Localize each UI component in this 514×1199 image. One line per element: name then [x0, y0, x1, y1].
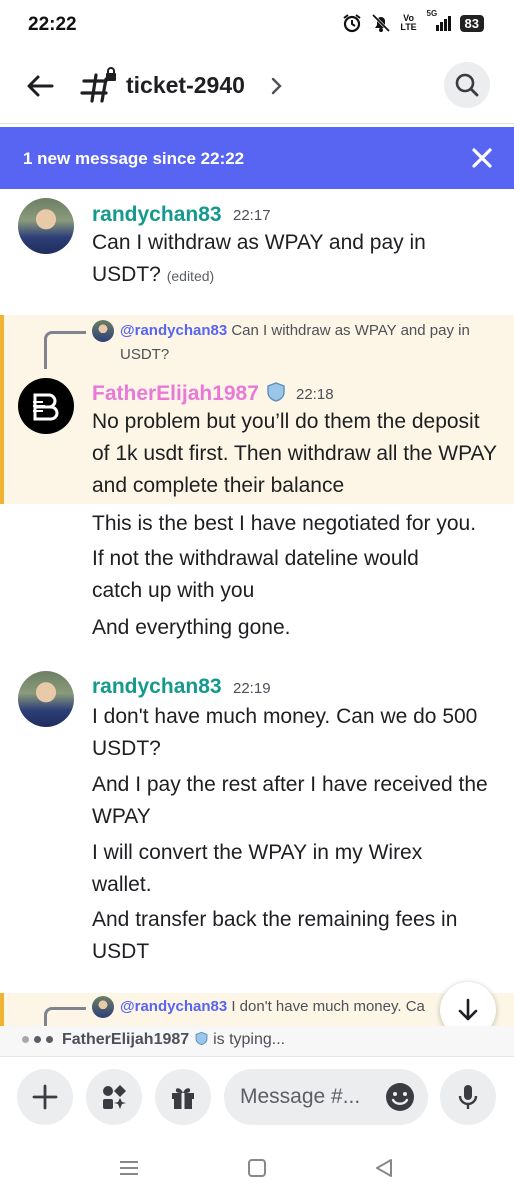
voice-message-button[interactable] — [440, 1069, 496, 1125]
message-body: I will convert the WPAY in my Wirex wall… — [92, 841, 423, 896]
triangle-back-icon — [376, 1159, 392, 1177]
message-timestamp: 22:19 — [233, 680, 271, 697]
avatar-fatherelijah1987[interactable] — [18, 378, 74, 434]
mute-bell-icon — [371, 13, 391, 33]
avatar-randychan83[interactable] — [18, 671, 74, 727]
reply-connector — [44, 1007, 86, 1026]
arrow-left-icon — [27, 75, 54, 97]
back-button[interactable] — [22, 68, 58, 104]
gift-button[interactable] — [155, 1069, 211, 1125]
typing-status: is typing... — [213, 1031, 286, 1048]
status-time: 22:22 — [28, 14, 77, 35]
avatar-randychan83[interactable] — [18, 198, 74, 254]
shield-badge-icon — [195, 1031, 208, 1046]
reply-avatar — [92, 320, 114, 342]
search-button[interactable] — [444, 62, 490, 108]
system-navigation-bar — [0, 1136, 514, 1199]
reply-preview[interactable]: @randychan83 I don't have much money. Ca — [120, 995, 450, 1019]
bitcoin-b-logo-icon — [33, 393, 59, 421]
new-messages-text: 1 new message since 22:22 — [23, 149, 245, 168]
close-icon — [472, 148, 492, 168]
back-nav-button[interactable] — [372, 1156, 396, 1180]
typing-dots-icon — [22, 1036, 53, 1043]
microphone-icon — [458, 1085, 478, 1109]
edited-label: (edited) — [166, 268, 215, 284]
reply-avatar — [92, 996, 114, 1018]
network-label: 5G — [426, 9, 438, 18]
search-icon — [455, 73, 479, 97]
message-input[interactable]: Message #... — [224, 1069, 428, 1125]
message-body: This is the best I have negotiated for y… — [92, 512, 477, 535]
square-home-icon — [248, 1159, 266, 1177]
message-body: No problem but you’ll do them the deposi… — [92, 410, 497, 497]
message-composer: Message #... — [0, 1056, 514, 1136]
chevron-right-icon[interactable] — [270, 76, 284, 96]
status-icons: Vo LTE 5G 83 — [342, 9, 484, 33]
message-timestamp: 22:17 — [233, 207, 271, 224]
shield-badge-icon — [267, 382, 285, 402]
reply-mention: @randychan83 — [120, 322, 228, 339]
channel-header: ticket-2940 — [0, 50, 514, 124]
message-body: And I pay the rest after I have received… — [92, 773, 488, 828]
battery-indicator: 83 — [459, 14, 484, 32]
reply-mention: @randychan83 — [120, 998, 228, 1015]
arrow-down-icon — [458, 998, 478, 1021]
apps-button[interactable] — [86, 1069, 142, 1125]
message-author[interactable]: randychan83 — [92, 203, 222, 227]
menu-lines-icon — [120, 1161, 138, 1175]
volte-icon: Vo LTE — [400, 13, 417, 32]
emoji-icon — [386, 1083, 414, 1111]
message-body: And transfer back the remaining fees in … — [92, 908, 458, 963]
gift-icon — [172, 1088, 194, 1109]
reply-snippet: I don't have much money. Ca — [231, 998, 425, 1015]
new-messages-banner[interactable]: 1 new message since 22:22 — [0, 127, 514, 189]
typing-indicator: FatherElijah1987 is typing... — [0, 1026, 514, 1056]
message-placeholder: Message #... — [240, 1085, 361, 1108]
message-body: If not the withdrawal dateline would cat… — [92, 547, 419, 602]
add-attachment-button[interactable] — [17, 1069, 73, 1125]
plus-icon — [32, 1084, 58, 1110]
status-bar: 22:22 Vo LTE 5G 83 — [0, 0, 514, 50]
message-body: I don't have much money. Can we do 500 U… — [92, 705, 478, 760]
recents-button[interactable] — [117, 1156, 141, 1180]
message-author[interactable]: randychan83 — [92, 675, 222, 699]
message-body: Can I withdraw as WPAY and pay in USDT? — [92, 231, 426, 286]
typing-user: FatherElijah1987 — [62, 1031, 190, 1048]
author-name: FatherElijah1987 — [92, 382, 259, 405]
message-author[interactable]: FatherElijah1987 — [92, 381, 287, 406]
home-button[interactable] — [245, 1156, 269, 1180]
alarm-icon — [342, 13, 362, 33]
message-text: Can I withdraw as WPAY and pay in USDT? … — [92, 227, 452, 292]
message-body: And everything gone. — [92, 616, 291, 639]
reply-connector — [44, 331, 86, 369]
reply-preview[interactable]: @randychan83 Can I withdraw as WPAY and … — [120, 319, 500, 367]
private-channel-hash-icon — [80, 67, 118, 105]
apps-icon — [103, 1085, 126, 1109]
typing-text: FatherElijah1987 is typing... — [62, 1031, 285, 1049]
signal-5g-icon: 5G — [427, 9, 451, 33]
message-timestamp: 22:18 — [296, 386, 334, 403]
emoji-button[interactable] — [384, 1081, 416, 1113]
close-banner-button[interactable] — [468, 144, 496, 172]
channel-title[interactable]: ticket-2940 — [126, 72, 245, 99]
